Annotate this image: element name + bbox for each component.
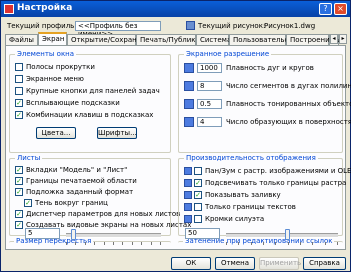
tab-files[interactable]: Файлы <box>5 34 38 45</box>
display-performance-group: Производительность отображения Пан/Зум с… <box>178 154 351 236</box>
checkmark-icon[interactable]: ✓ <box>194 179 202 187</box>
checkmark-icon[interactable]: ✓ <box>15 111 23 119</box>
profile-value: <<Профиль без имени>> <box>75 21 161 38</box>
checkmark-icon[interactable]: ✓ <box>15 166 23 174</box>
text-frame-icon <box>184 203 192 211</box>
checkmark-icon[interactable]: ✓ <box>15 188 23 196</box>
contour-lines-label: Число образующих в поверхностях <box>226 118 351 126</box>
slider-tick <box>160 242 161 245</box>
xref-fading-slider-thumb[interactable] <box>285 229 291 240</box>
polyline-segments-icon <box>184 81 194 91</box>
slider-tick <box>300 242 301 245</box>
rendered-smoothness-icon <box>184 99 194 109</box>
slider-tick <box>226 242 227 245</box>
title-bar[interactable]: Настройка ? × <box>1 1 350 17</box>
checkbox-box[interactable] <box>15 87 23 95</box>
slider-tick <box>238 242 239 245</box>
tab-display[interactable]: Экран <box>38 32 67 45</box>
checkmark-icon[interactable]: ✓ <box>15 99 23 107</box>
tab-scroll-left-icon[interactable]: ◂ <box>330 34 338 44</box>
window-elements-group: Элементы окна Полосы прокрутки Экранное … <box>9 50 171 153</box>
slider-tick <box>141 242 142 245</box>
slider-tick <box>132 242 133 245</box>
drawing-label: Текущий рисунок: <box>198 22 266 30</box>
arc-smoothness-input[interactable]: 1000 <box>197 63 222 73</box>
polyline-segments-label: Число сегментов в дугах полилиний <box>226 82 351 90</box>
display-resolution-group: Экранное разрешение 1000 Плавность дуг и… <box>178 50 351 153</box>
crosshair-slider-ticks <box>66 242 161 245</box>
checkmark-icon[interactable]: ✓ <box>24 199 32 207</box>
slider-tick <box>275 242 276 245</box>
fill-icon <box>184 191 192 199</box>
apply-button[interactable]: Применить <box>259 257 301 270</box>
slider-tick <box>251 242 252 245</box>
checkbox-box[interactable] <box>194 167 202 175</box>
slider-tick <box>94 242 95 245</box>
slider-tick <box>75 242 76 245</box>
colors-button[interactable]: Цвета... <box>36 127 76 139</box>
xref-fading-slider-track[interactable] <box>226 233 338 238</box>
checkbox-box[interactable] <box>15 75 23 83</box>
pan-zoom-icon <box>184 167 192 175</box>
arc-smoothness-label: Плавность дуг и кругов <box>226 64 314 72</box>
help-icon[interactable]: ? <box>319 3 332 15</box>
tab-system[interactable]: Система <box>196 34 231 45</box>
slider-tick <box>288 242 289 245</box>
fonts-button[interactable]: Шрифты... <box>97 127 137 139</box>
app-icon <box>4 4 14 14</box>
slider-tick <box>312 242 313 245</box>
checkmark-icon[interactable]: ✓ <box>15 177 23 185</box>
window-title: Настройка <box>17 3 73 13</box>
slider-tick <box>325 242 326 245</box>
xref-fading-input[interactable]: 50 <box>185 228 220 239</box>
slider-tick <box>113 242 114 245</box>
cancel-button[interactable]: Отмена <box>215 257 255 270</box>
raster-frame-icon <box>184 179 192 187</box>
slider-tick <box>85 242 86 245</box>
crosshair-slider-thumb[interactable] <box>70 229 76 240</box>
polyline-segments-input[interactable]: 8 <box>197 81 222 91</box>
help-button[interactable]: Справка <box>303 257 346 270</box>
drawing-value: Рисунок1.dwg <box>264 22 316 30</box>
silhouette-icon <box>184 215 192 223</box>
options-dialog: Настройка ? × Текущий профиль: <<Профиль… <box>0 0 351 272</box>
tab-user-preferences[interactable]: Пользовательские <box>229 34 301 45</box>
slider-tick <box>66 242 67 245</box>
layout-elements-title: Листы <box>15 154 43 162</box>
profile-label: Текущий профиль: <box>7 22 77 30</box>
close-icon[interactable]: × <box>334 3 347 15</box>
contour-lines-icon <box>184 117 194 127</box>
display-resolution-title: Экранное разрешение <box>184 50 272 58</box>
tab-plot-publish[interactable]: Печать/Публикация <box>136 34 213 45</box>
checkmark-icon[interactable]: ✓ <box>194 191 202 199</box>
checkbox-box[interactable] <box>194 215 202 223</box>
drawing-icon <box>186 21 195 30</box>
rendered-smoothness-label: Плавность тонированных объектов <box>226 100 351 108</box>
slider-tick <box>104 242 105 245</box>
slider-tick <box>263 242 264 245</box>
slider-tick <box>337 242 338 245</box>
layout-elements-group: Листы ✓ Вкладки "Модель" и "Лист" ✓ Границ… <box>9 154 191 236</box>
tab-open-save[interactable]: Открытие/Сохранение <box>67 34 154 45</box>
crosshair-slider-track[interactable] <box>66 233 161 238</box>
display-tab-panel: Элементы окна Полосы прокрутки Экранное … <box>5 45 351 250</box>
arc-smoothness-icon <box>184 63 194 73</box>
rendered-smoothness-input[interactable]: 0.5 <box>197 99 222 109</box>
window-elements-title: Элементы окна <box>15 50 77 58</box>
tab-scroll-right-icon[interactable]: ▸ <box>339 34 347 44</box>
checkmark-icon[interactable]: ✓ <box>15 210 23 218</box>
ok-button[interactable]: ОК <box>171 257 211 270</box>
contour-lines-input[interactable]: 4 <box>197 117 222 127</box>
checkbox-box[interactable] <box>15 63 23 71</box>
xref-fading-slider-ticks <box>226 242 338 245</box>
slider-tick <box>151 242 152 245</box>
tab-drafting[interactable]: Построения <box>286 34 334 45</box>
display-performance-title: Производительность отображения <box>184 154 318 162</box>
slider-tick <box>122 242 123 245</box>
checkbox-box[interactable] <box>194 203 202 211</box>
crosshair-size-input[interactable]: 5 <box>25 228 60 239</box>
checkmark-icon[interactable]: ✓ <box>15 221 23 229</box>
